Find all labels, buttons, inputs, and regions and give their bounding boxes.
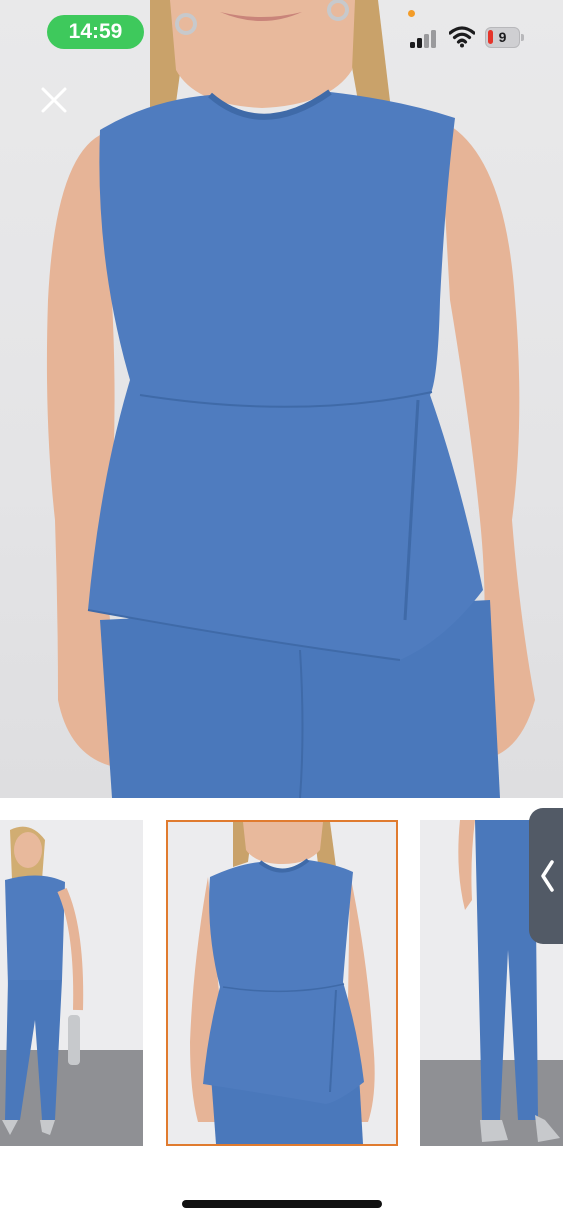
thumbnail-close-up[interactable] <box>166 820 398 1146</box>
model-photo <box>46 0 535 798</box>
chevron-left-icon <box>541 860 554 892</box>
cellular-signal-icon <box>410 28 440 48</box>
wifi-icon <box>449 26 475 48</box>
battery-level: 9 <box>498 29 507 45</box>
product-image-viewer: 14:59 9 <box>0 0 563 1219</box>
side-panel-toggle-button[interactable] <box>529 808 563 944</box>
thumbnail-image <box>0 826 143 1146</box>
battery-charging-icon: 9 <box>485 27 525 48</box>
thumbnail-full-body[interactable] <box>0 820 143 1146</box>
thumbnail-strip <box>0 798 563 1168</box>
status-time: 14:59 <box>47 15 144 49</box>
recording-indicator-dot <box>408 10 415 17</box>
close-icon[interactable] <box>38 84 70 116</box>
home-indicator[interactable] <box>182 1200 382 1208</box>
thumbnail-image <box>190 822 375 1144</box>
main-product-image[interactable] <box>0 0 563 798</box>
